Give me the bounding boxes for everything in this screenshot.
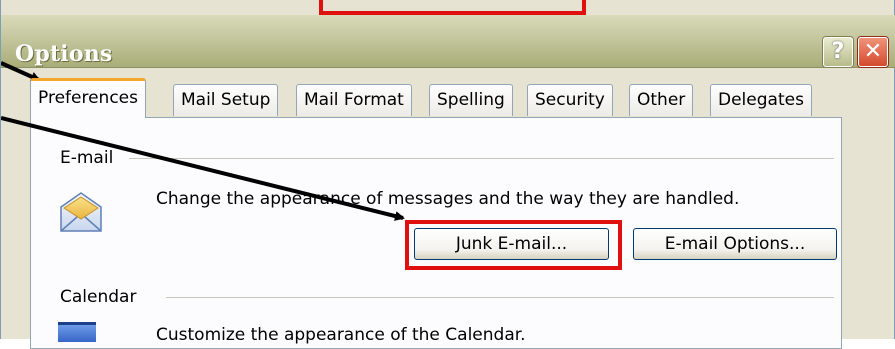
arrow-to-junk-email-button xyxy=(1,116,405,221)
options-dialog: Options ? ✕ Preferences Mail Setup Mail … xyxy=(0,0,895,349)
tab-preferences[interactable]: Preferences xyxy=(30,78,146,118)
annotation-arrows xyxy=(1,61,405,221)
